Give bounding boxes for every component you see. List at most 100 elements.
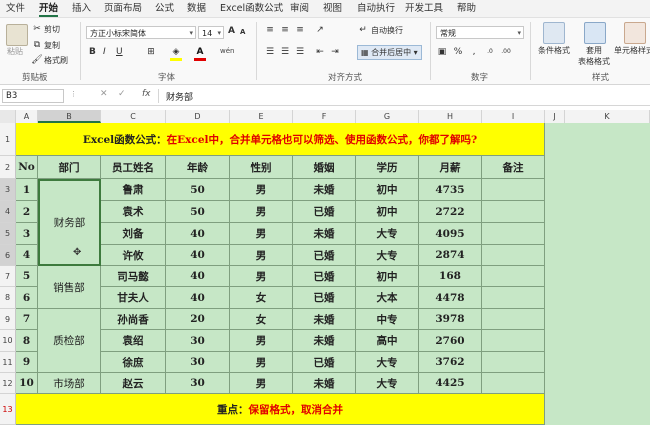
header-cell-department[interactable]: 部门 xyxy=(38,156,101,179)
menu-help[interactable]: 帮助 xyxy=(457,0,476,17)
salary-cell[interactable]: 4478 xyxy=(419,287,482,309)
header-cell-marital[interactable]: 婚姻 xyxy=(293,156,356,179)
table-format-icon[interactable] xyxy=(584,22,606,44)
row-header[interactable]: 1 xyxy=(0,123,16,156)
age-cell[interactable]: 20 xyxy=(166,309,230,330)
gender-cell[interactable]: 女 xyxy=(230,309,293,330)
marital-cell[interactable]: 未婚 xyxy=(293,223,356,245)
align-center-icon[interactable]: ☰ xyxy=(279,46,291,58)
department-cell[interactable]: 销售部 xyxy=(38,266,101,309)
name-cell[interactable]: 司马懿 xyxy=(101,266,166,287)
marital-cell[interactable]: 未婚 xyxy=(293,330,356,352)
row-header[interactable]: 3 xyxy=(0,179,16,201)
marital-cell[interactable]: 已婚 xyxy=(293,245,356,266)
education-cell[interactable]: 初中 xyxy=(356,179,419,201)
row-header[interactable]: 4 xyxy=(0,201,16,223)
name-cell[interactable]: 许攸 xyxy=(101,245,166,266)
no-cell[interactable]: 3 xyxy=(16,223,38,245)
age-cell[interactable]: 50 xyxy=(166,179,230,201)
gender-cell[interactable]: 男 xyxy=(230,223,293,245)
cell-styles-icon[interactable] xyxy=(624,22,646,44)
salary-cell[interactable]: 4425 xyxy=(419,373,482,394)
orientation-icon[interactable]: ↗ xyxy=(314,24,326,36)
table-format-label-1[interactable]: 套用 xyxy=(586,45,602,56)
menu-page-layout[interactable]: 页面布局 xyxy=(104,0,142,17)
marital-cell[interactable]: 已婚 xyxy=(293,352,356,373)
remarks-cell[interactable] xyxy=(482,287,545,309)
menu-developer[interactable]: 开发工具 xyxy=(405,0,443,17)
salary-cell[interactable]: 2760 xyxy=(419,330,482,352)
cut-button[interactable]: 剪切 xyxy=(44,24,60,35)
name-cell[interactable]: 刘备 xyxy=(101,223,166,245)
menu-formulas[interactable]: 公式 xyxy=(155,0,174,17)
decrease-indent-icon[interactable]: ⇤ xyxy=(314,46,326,58)
header-cell-no[interactable]: No xyxy=(16,156,38,179)
row-header[interactable]: 12 xyxy=(0,373,16,394)
select-all-corner[interactable] xyxy=(0,110,16,123)
increase-indent-icon[interactable]: ⇥ xyxy=(329,46,341,58)
no-cell[interactable]: 10 xyxy=(16,373,38,394)
row-header[interactable]: 5 xyxy=(0,223,16,245)
underline-button[interactable]: U xyxy=(116,47,123,57)
row-header[interactable]: 13 xyxy=(0,394,16,425)
menu-file[interactable]: 文件 xyxy=(6,0,25,17)
education-cell[interactable]: 高中 xyxy=(356,330,419,352)
row-header[interactable]: 7 xyxy=(0,266,16,287)
column-header-i[interactable]: I xyxy=(482,110,545,123)
remarks-cell[interactable] xyxy=(482,330,545,352)
row-header[interactable]: 9 xyxy=(0,309,16,330)
education-cell[interactable]: 初中 xyxy=(356,266,419,287)
age-cell[interactable]: 50 xyxy=(166,201,230,223)
name-cell[interactable]: 袁绍 xyxy=(101,330,166,352)
accounting-format-icon[interactable]: ▣ xyxy=(436,46,448,58)
row-header[interactable]: 6 xyxy=(0,245,16,266)
column-header-e[interactable]: E xyxy=(230,110,293,123)
remarks-cell[interactable] xyxy=(482,266,545,287)
column-header-j[interactable]: J xyxy=(545,110,565,123)
cancel-icon[interactable]: ✕ xyxy=(100,89,108,99)
name-cell[interactable]: 袁术 xyxy=(101,201,166,223)
no-cell[interactable]: 6 xyxy=(16,287,38,309)
bold-button[interactable]: B xyxy=(89,47,96,57)
education-cell[interactable]: 大专 xyxy=(356,223,419,245)
wrap-text-icon[interactable]: ↵ xyxy=(357,24,369,36)
column-header-k[interactable]: K xyxy=(565,110,650,123)
name-box[interactable]: B3 xyxy=(2,89,64,103)
salary-cell[interactable]: 3762 xyxy=(419,352,482,373)
formula-input[interactable]: 财务部 xyxy=(166,90,193,103)
conditional-format-icon[interactable] xyxy=(543,22,565,44)
copy-button[interactable]: 复制 xyxy=(44,40,60,51)
column-header-g[interactable]: G xyxy=(356,110,419,123)
number-format-select[interactable]: 常规 ▾ xyxy=(436,26,524,39)
header-cell-education[interactable]: 学历 xyxy=(356,156,419,179)
no-cell[interactable]: 1 xyxy=(16,179,38,201)
age-cell[interactable]: 30 xyxy=(166,373,230,394)
age-cell[interactable]: 30 xyxy=(166,352,230,373)
column-header-d[interactable]: D xyxy=(166,110,230,123)
header-cell-gender[interactable]: 性别 xyxy=(230,156,293,179)
font-name-select[interactable]: 方正小标宋简体 ▾ xyxy=(86,26,196,39)
table-format-label-2[interactable]: 表格格式 xyxy=(578,56,610,67)
align-bottom-icon[interactable]: ≡ xyxy=(294,24,306,36)
row-header[interactable]: 10 xyxy=(0,330,16,352)
insert-function-button[interactable]: fx xyxy=(142,89,151,99)
salary-cell[interactable]: 168 xyxy=(419,266,482,287)
grow-font-button[interactable]: A xyxy=(228,26,235,36)
marital-cell[interactable]: 未婚 xyxy=(293,179,356,201)
menu-data[interactable]: 数据 xyxy=(187,0,206,17)
italic-button[interactable]: I xyxy=(103,47,106,57)
align-middle-icon[interactable]: ≡ xyxy=(279,24,291,36)
no-cell[interactable]: 8 xyxy=(16,330,38,352)
merge-center-button[interactable]: ▦ 合并后居中 ▾ xyxy=(357,45,422,60)
gender-cell[interactable]: 男 xyxy=(230,373,293,394)
decrease-decimal-icon[interactable]: .00 xyxy=(500,46,512,58)
menu-automate[interactable]: 自动执行 xyxy=(357,0,395,17)
marital-cell[interactable]: 已婚 xyxy=(293,201,356,223)
remarks-cell[interactable] xyxy=(482,223,545,245)
percent-style-icon[interactable]: % xyxy=(452,46,464,58)
gender-cell[interactable]: 男 xyxy=(230,245,293,266)
education-cell[interactable]: 大本 xyxy=(356,287,419,309)
menu-view[interactable]: 视图 xyxy=(323,0,342,17)
footer-banner[interactable]: 重点： 保留格式，取消合并 xyxy=(16,394,545,425)
name-cell[interactable]: 孙尚香 xyxy=(101,309,166,330)
